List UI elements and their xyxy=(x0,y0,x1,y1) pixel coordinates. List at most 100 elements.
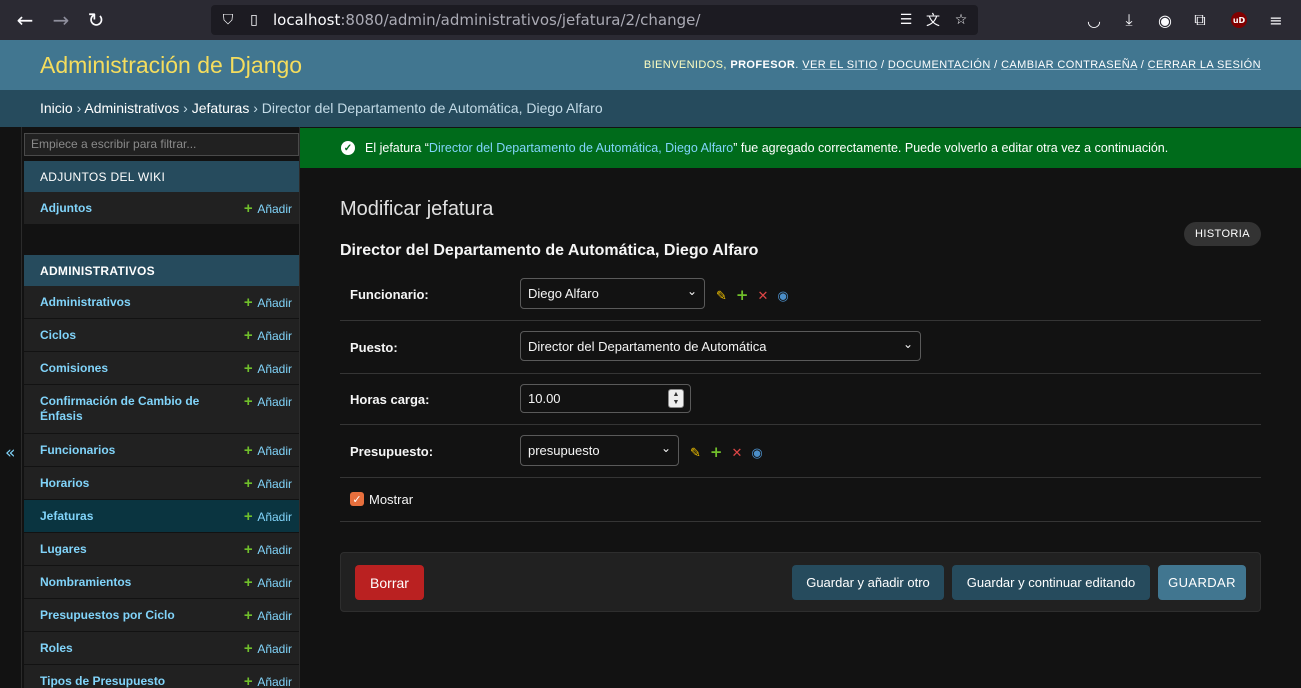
sidebar-toggle-strip[interactable]: « xyxy=(0,127,22,688)
presupuesto-select[interactable]: presupuesto ⌄ xyxy=(520,435,679,466)
sidebar-item-label[interactable]: Comisiones xyxy=(40,361,220,376)
reload-icon[interactable]: ↻ xyxy=(84,8,108,32)
reader-view-icon[interactable]: ☰ xyxy=(897,11,915,29)
url-bar[interactable]: ⛉ ▯ localhost:8080/admin/administrativos… xyxy=(211,5,978,35)
add-plus-icon[interactable]: + xyxy=(736,286,749,304)
view-eye-icon[interactable]: ◉ xyxy=(777,289,788,304)
sidebar-item-nombramientos[interactable]: Nombramientos + Añadir xyxy=(24,566,299,599)
account-icon[interactable]: ◉ xyxy=(1154,9,1176,31)
mostrar-label[interactable]: Mostrar xyxy=(369,492,413,507)
view-eye-icon[interactable]: ◉ xyxy=(751,446,762,461)
delete-x-icon[interactable]: ✕ xyxy=(731,446,742,461)
sidebar-item-horarios[interactable]: Horarios + Añadir xyxy=(24,467,299,500)
delete-x-icon[interactable]: ✕ xyxy=(757,289,768,304)
site-brand[interactable]: Administración de Django xyxy=(40,52,302,79)
history-button[interactable]: HISTORIA xyxy=(1184,222,1261,246)
logout-link[interactable]: CERRAR LA SESIÓN xyxy=(1148,59,1261,71)
add-adjuntos-link[interactable]: + Añadir xyxy=(244,200,292,217)
puesto-select[interactable]: Director del Departamento de Automática … xyxy=(520,331,921,361)
shield-icon[interactable]: ⛉ xyxy=(219,11,237,29)
sidebar-item-label[interactable]: Confirmación de Cambio de Énfasis xyxy=(40,394,220,424)
documentation-link[interactable]: DOCUMENTACIÓN xyxy=(888,59,991,71)
sidebar-item-roles[interactable]: Roles + Añadir xyxy=(24,632,299,665)
sidebar-item-label[interactable]: Funcionarios xyxy=(40,443,220,458)
app-caption-adjuntos[interactable]: ADJUNTOS DEL WIKI xyxy=(24,161,299,192)
sidebar-item-label[interactable]: Administrativos xyxy=(40,295,220,310)
sidebar-item-ciclos[interactable]: Ciclos + Añadir xyxy=(24,319,299,352)
add-link[interactable]: + Añadir xyxy=(244,360,292,377)
save-and-add-another-button[interactable]: Guardar y añadir otro xyxy=(792,565,944,600)
downloads-icon[interactable]: ⤓ xyxy=(1118,9,1140,31)
sidebar-filter-input[interactable]: Empiece a escribir para filtrar... xyxy=(24,133,299,156)
plus-icon: + xyxy=(243,574,253,591)
sidebar-item-tipos-de-presupuesto[interactable]: Tipos de Presupuesto + Añadir xyxy=(24,665,299,688)
puesto-value: Director del Departamento de Automática xyxy=(528,339,767,354)
back-icon[interactable]: ← xyxy=(13,8,37,32)
change-password-link[interactable]: CAMBIAR CONTRASEÑA xyxy=(1001,59,1137,71)
sidebar-item-lugares[interactable]: Lugares + Añadir xyxy=(24,533,299,566)
bookmark-star-icon[interactable]: ☆ xyxy=(952,11,970,29)
sidebar-item-label[interactable]: Adjuntos xyxy=(40,201,220,216)
sidebar-item-label[interactable]: Roles xyxy=(40,641,220,656)
welcome-text: BIENVENIDOS, xyxy=(643,59,727,71)
add-link[interactable]: + Añadir xyxy=(244,327,292,344)
username: PROFESOR xyxy=(730,59,796,71)
sidebar-item-presupuestos-por-ciclo[interactable]: Presupuestos por Ciclo + Añadir xyxy=(24,599,299,632)
sidebar-item-label[interactable]: Tipos de Presupuesto xyxy=(40,674,220,688)
app-caption-administrativos[interactable]: ADMINISTRATIVOS xyxy=(24,255,299,286)
sidebar-item-label[interactable]: Horarios xyxy=(40,476,220,491)
sidebar-item-adjuntos[interactable]: Adjuntos + Añadir xyxy=(24,192,299,225)
edit-pencil-icon[interactable]: ✎ xyxy=(690,446,701,461)
breadcrumb-home[interactable]: Inicio xyxy=(40,100,73,116)
plus-icon: + xyxy=(243,673,253,688)
sidebar-item-confirmacion[interactable]: Confirmación de Cambio de Énfasis + Añad… xyxy=(24,385,299,434)
add-link[interactable]: + Añadir xyxy=(244,607,292,624)
page-info-icon[interactable]: ▯ xyxy=(245,11,263,29)
funcionario-select[interactable]: Diego Alfaro ⌄ xyxy=(520,278,705,309)
translate-icon[interactable]: 文 xyxy=(924,11,942,29)
chevron-down-icon: ⌄ xyxy=(902,337,913,351)
add-link[interactable]: + Añadir xyxy=(244,574,292,591)
add-link[interactable]: + Añadir xyxy=(244,541,292,558)
sidebar-item-label[interactable]: Nombramientos xyxy=(40,575,220,590)
edit-pencil-icon[interactable]: ✎ xyxy=(716,289,727,304)
mostrar-checkbox[interactable]: ✓ xyxy=(350,492,364,506)
site-header: Administración de Django BIENVENIDOS, PR… xyxy=(0,40,1301,90)
save-and-continue-button[interactable]: Guardar y continuar editando xyxy=(952,565,1150,600)
forward-icon[interactable]: → xyxy=(49,8,73,32)
url-text[interactable]: localhost:8080/admin/administrativos/jef… xyxy=(273,11,700,29)
sidebar-item-funcionarios[interactable]: Funcionarios + Añadir xyxy=(24,434,299,467)
number-spinner-icon[interactable]: ▲ ▼ xyxy=(668,389,684,408)
add-link[interactable]: + Añadir xyxy=(244,393,292,410)
breadcrumb-app[interactable]: Administrativos xyxy=(84,100,179,116)
horas-carga-input[interactable]: 10.00 ▲ ▼ xyxy=(520,384,691,413)
breadcrumb-model[interactable]: Jefaturas xyxy=(192,100,250,116)
plus-icon: + xyxy=(243,640,253,657)
pocket-icon[interactable]: ◡ xyxy=(1083,9,1105,31)
extensions-icon[interactable]: ⧉ xyxy=(1189,9,1211,31)
ublock-icon[interactable]: uD xyxy=(1231,12,1247,28)
sidebar-item-label[interactable]: Jefaturas xyxy=(40,509,220,524)
add-link[interactable]: + Añadir xyxy=(244,640,292,657)
save-button[interactable]: GUARDAR xyxy=(1158,565,1246,600)
message-object-link[interactable]: Director del Departamento de Automática,… xyxy=(429,141,733,155)
form-row-funcionario xyxy=(340,268,1261,321)
sidebar-item-administrativos[interactable]: Administrativos + Añadir xyxy=(24,286,299,319)
add-link[interactable]: + Añadir xyxy=(244,442,292,459)
menu-icon[interactable]: ≡ xyxy=(1265,9,1287,31)
sidebar-item-label[interactable]: Presupuestos por Ciclo xyxy=(40,608,220,623)
view-site-link[interactable]: VER EL SITIO xyxy=(802,59,877,71)
sidebar-item-jefaturas[interactable]: Jefaturas + Añadir xyxy=(24,500,299,533)
delete-button[interactable]: Borrar xyxy=(355,565,424,600)
plus-icon: + xyxy=(243,294,253,311)
message-suffix: ” fue agregado correctamente. Puede volv… xyxy=(733,141,1169,155)
add-link[interactable]: + Añadir xyxy=(244,294,292,311)
sidebar-item-label[interactable]: Ciclos xyxy=(40,328,220,343)
add-link[interactable]: + Añadir xyxy=(244,508,292,525)
add-plus-icon[interactable]: + xyxy=(710,443,723,461)
add-link[interactable]: + Añadir xyxy=(244,475,292,492)
sidebar-item-comisiones[interactable]: Comisiones + Añadir xyxy=(24,352,299,385)
collapse-sidebar-icon[interactable]: « xyxy=(5,443,15,463)
sidebar-item-label[interactable]: Lugares xyxy=(40,542,220,557)
add-link[interactable]: + Añadir xyxy=(244,673,292,688)
